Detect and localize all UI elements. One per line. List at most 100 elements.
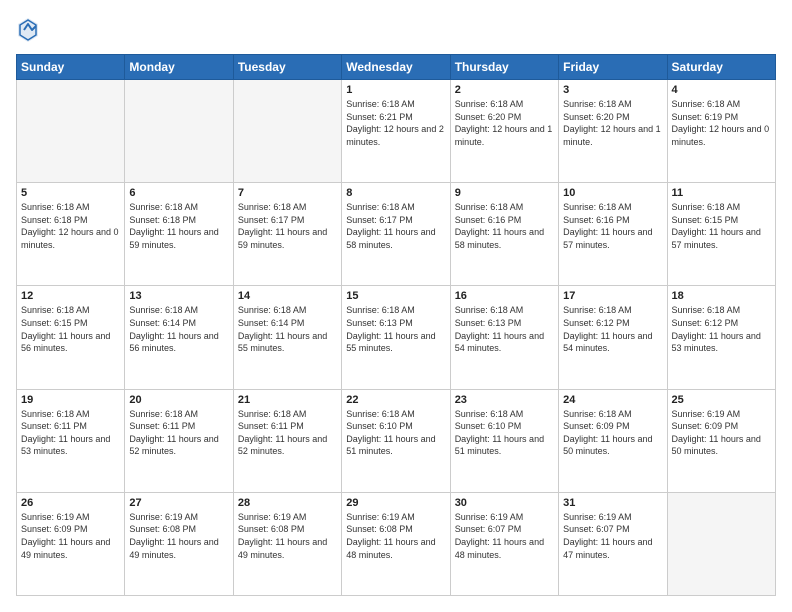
calendar-cell: 31Sunrise: 6:19 AM Sunset: 6:07 PM Dayli… bbox=[559, 492, 667, 595]
calendar-cell: 18 Sunrise: 6:18 AM Sunset: 6:12 PM Dayli… bbox=[667, 286, 775, 389]
calendar-cell: 12 Sunrise: 6:18 AM Sunset: 6:15 PM Dayli… bbox=[17, 286, 125, 389]
day-number: 12 bbox=[21, 290, 120, 302]
col-monday: Monday bbox=[125, 55, 233, 80]
day-info: Sunrise: 6:18 AM Sunset: 6:13 PM Dayligh… bbox=[455, 304, 554, 354]
calendar-cell: 29Sunrise: 6:19 AM Sunset: 6:08 PM Dayli… bbox=[342, 492, 450, 595]
calendar-cell bbox=[17, 80, 125, 183]
day-info: Sunrise: 6:18 AM Sunset: 6:14 PM Dayligh… bbox=[129, 304, 228, 354]
calendar-cell: 2 Sunrise: 6:18 AM Sunset: 6:20 PM Daylig… bbox=[450, 80, 558, 183]
day-number: 3 bbox=[563, 84, 662, 96]
day-info: Sunrise: 6:19 AM Sunset: 6:07 PM Dayligh… bbox=[455, 511, 554, 561]
day-number: 27 bbox=[129, 497, 228, 509]
day-number: 18 bbox=[672, 290, 771, 302]
day-info: Sunrise: 6:18 AM Sunset: 6:09 PM Dayligh… bbox=[563, 408, 662, 458]
day-number: 2 bbox=[455, 84, 554, 96]
calendar-cell: 17 Sunrise: 6:18 AM Sunset: 6:12 PM Dayli… bbox=[559, 286, 667, 389]
col-sunday: Sunday bbox=[17, 55, 125, 80]
calendar-cell: 1Sunrise: 6:18 AM Sunset: 6:21 PM Daylig… bbox=[342, 80, 450, 183]
day-number: 23 bbox=[455, 394, 554, 406]
day-number: 15 bbox=[346, 290, 445, 302]
col-wednesday: Wednesday bbox=[342, 55, 450, 80]
calendar-cell: 27 Sunrise: 6:19 AM Sunset: 6:08 PM Dayli… bbox=[125, 492, 233, 595]
calendar-cell: 6 Sunrise: 6:18 AM Sunset: 6:18 PM Daylig… bbox=[125, 183, 233, 286]
day-number: 28 bbox=[238, 497, 337, 509]
col-friday: Friday bbox=[559, 55, 667, 80]
day-info: Sunrise: 6:18 AM Sunset: 6:12 PM Dayligh… bbox=[672, 304, 771, 354]
calendar-table: Sunday Monday Tuesday Wednesday Thursday… bbox=[16, 54, 776, 596]
calendar-cell: 20 Sunrise: 6:18 AM Sunset: 6:11 PM Dayli… bbox=[125, 389, 233, 492]
calendar-cell: 3 Sunrise: 6:18 AM Sunset: 6:20 PM Daylig… bbox=[559, 80, 667, 183]
day-number: 5 bbox=[21, 187, 120, 199]
day-number: 16 bbox=[455, 290, 554, 302]
day-info: Sunrise: 6:18 AM Sunset: 6:12 PM Dayligh… bbox=[563, 304, 662, 354]
day-number: 30 bbox=[455, 497, 554, 509]
calendar-cell: 28 Sunrise: 6:19 AM Sunset: 6:08 PM Dayli… bbox=[233, 492, 341, 595]
day-info: Sunrise: 6:18 AM Sunset: 6:10 PM Dayligh… bbox=[346, 408, 445, 458]
calendar-cell: 7Sunrise: 6:18 AM Sunset: 6:17 PM Daylig… bbox=[233, 183, 341, 286]
calendar-cell: 23Sunrise: 6:18 AM Sunset: 6:10 PM Dayli… bbox=[450, 389, 558, 492]
calendar-week-row: 1Sunrise: 6:18 AM Sunset: 6:21 PM Daylig… bbox=[17, 80, 776, 183]
day-info: Sunrise: 6:18 AM Sunset: 6:11 PM Dayligh… bbox=[129, 408, 228, 458]
day-info: Sunrise: 6:19 AM Sunset: 6:08 PM Dayligh… bbox=[346, 511, 445, 561]
calendar-cell: 13 Sunrise: 6:18 AM Sunset: 6:14 PM Dayli… bbox=[125, 286, 233, 389]
day-info: Sunrise: 6:18 AM Sunset: 6:15 PM Dayligh… bbox=[21, 304, 120, 354]
calendar-cell: 24 Sunrise: 6:18 AM Sunset: 6:09 PM Dayli… bbox=[559, 389, 667, 492]
day-info: Sunrise: 6:19 AM Sunset: 6:09 PM Dayligh… bbox=[672, 408, 771, 458]
day-info: Sunrise: 6:18 AM Sunset: 6:16 PM Dayligh… bbox=[455, 201, 554, 251]
calendar-cell: 14 Sunrise: 6:18 AM Sunset: 6:14 PM Dayli… bbox=[233, 286, 341, 389]
calendar-cell: 11 Sunrise: 6:18 AM Sunset: 6:15 PM Dayli… bbox=[667, 183, 775, 286]
day-info: Sunrise: 6:18 AM Sunset: 6:15 PM Dayligh… bbox=[672, 201, 771, 251]
calendar-cell: 15Sunrise: 6:18 AM Sunset: 6:13 PM Dayli… bbox=[342, 286, 450, 389]
day-info: Sunrise: 6:18 AM Sunset: 6:20 PM Dayligh… bbox=[455, 98, 554, 148]
day-number: 22 bbox=[346, 394, 445, 406]
day-number: 31 bbox=[563, 497, 662, 509]
col-tuesday: Tuesday bbox=[233, 55, 341, 80]
calendar-cell bbox=[667, 492, 775, 595]
day-info: Sunrise: 6:18 AM Sunset: 6:20 PM Dayligh… bbox=[563, 98, 662, 148]
calendar-cell bbox=[233, 80, 341, 183]
day-number: 19 bbox=[21, 394, 120, 406]
calendar-cell: 5 Sunrise: 6:18 AM Sunset: 6:18 PM Daylig… bbox=[17, 183, 125, 286]
day-number: 17 bbox=[563, 290, 662, 302]
day-number: 11 bbox=[672, 187, 771, 199]
day-info: Sunrise: 6:18 AM Sunset: 6:14 PM Dayligh… bbox=[238, 304, 337, 354]
header bbox=[16, 16, 776, 44]
calendar-week-row: 26Sunrise: 6:19 AM Sunset: 6:09 PM Dayli… bbox=[17, 492, 776, 595]
col-saturday: Saturday bbox=[667, 55, 775, 80]
day-info: Sunrise: 6:18 AM Sunset: 6:11 PM Dayligh… bbox=[238, 408, 337, 458]
calendar-cell: 30 Sunrise: 6:19 AM Sunset: 6:07 PM Dayli… bbox=[450, 492, 558, 595]
calendar-cell: 8 Sunrise: 6:18 AM Sunset: 6:17 PM Daylig… bbox=[342, 183, 450, 286]
calendar-cell: 25 Sunrise: 6:19 AM Sunset: 6:09 PM Dayli… bbox=[667, 389, 775, 492]
col-thursday: Thursday bbox=[450, 55, 558, 80]
day-number: 4 bbox=[672, 84, 771, 96]
day-info: Sunrise: 6:19 AM Sunset: 6:08 PM Dayligh… bbox=[129, 511, 228, 561]
calendar-cell: 4 Sunrise: 6:18 AM Sunset: 6:19 PM Daylig… bbox=[667, 80, 775, 183]
logo-icon bbox=[16, 16, 40, 44]
day-number: 8 bbox=[346, 187, 445, 199]
calendar-cell: 16 Sunrise: 6:18 AM Sunset: 6:13 PM Dayli… bbox=[450, 286, 558, 389]
day-info: Sunrise: 6:18 AM Sunset: 6:17 PM Dayligh… bbox=[346, 201, 445, 251]
day-number: 20 bbox=[129, 394, 228, 406]
calendar-header-row: Sunday Monday Tuesday Wednesday Thursday… bbox=[17, 55, 776, 80]
calendar-cell: 9 Sunrise: 6:18 AM Sunset: 6:16 PM Daylig… bbox=[450, 183, 558, 286]
page: Sunday Monday Tuesday Wednesday Thursday… bbox=[0, 0, 792, 612]
logo bbox=[16, 16, 44, 44]
day-info: Sunrise: 6:19 AM Sunset: 6:08 PM Dayligh… bbox=[238, 511, 337, 561]
day-number: 24 bbox=[563, 394, 662, 406]
calendar-week-row: 12 Sunrise: 6:18 AM Sunset: 6:15 PM Dayli… bbox=[17, 286, 776, 389]
calendar-cell bbox=[125, 80, 233, 183]
day-number: 6 bbox=[129, 187, 228, 199]
calendar-cell: 26Sunrise: 6:19 AM Sunset: 6:09 PM Dayli… bbox=[17, 492, 125, 595]
day-info: Sunrise: 6:18 AM Sunset: 6:11 PM Dayligh… bbox=[21, 408, 120, 458]
day-number: 9 bbox=[455, 187, 554, 199]
day-info: Sunrise: 6:18 AM Sunset: 6:18 PM Dayligh… bbox=[129, 201, 228, 251]
day-number: 13 bbox=[129, 290, 228, 302]
calendar-cell: 22 Sunrise: 6:18 AM Sunset: 6:10 PM Dayli… bbox=[342, 389, 450, 492]
day-number: 14 bbox=[238, 290, 337, 302]
day-number: 10 bbox=[563, 187, 662, 199]
day-info: Sunrise: 6:18 AM Sunset: 6:19 PM Dayligh… bbox=[672, 98, 771, 148]
day-info: Sunrise: 6:18 AM Sunset: 6:18 PM Dayligh… bbox=[21, 201, 120, 251]
day-info: Sunrise: 6:19 AM Sunset: 6:09 PM Dayligh… bbox=[21, 511, 120, 561]
calendar-cell: 21Sunrise: 6:18 AM Sunset: 6:11 PM Dayli… bbox=[233, 389, 341, 492]
day-number: 25 bbox=[672, 394, 771, 406]
